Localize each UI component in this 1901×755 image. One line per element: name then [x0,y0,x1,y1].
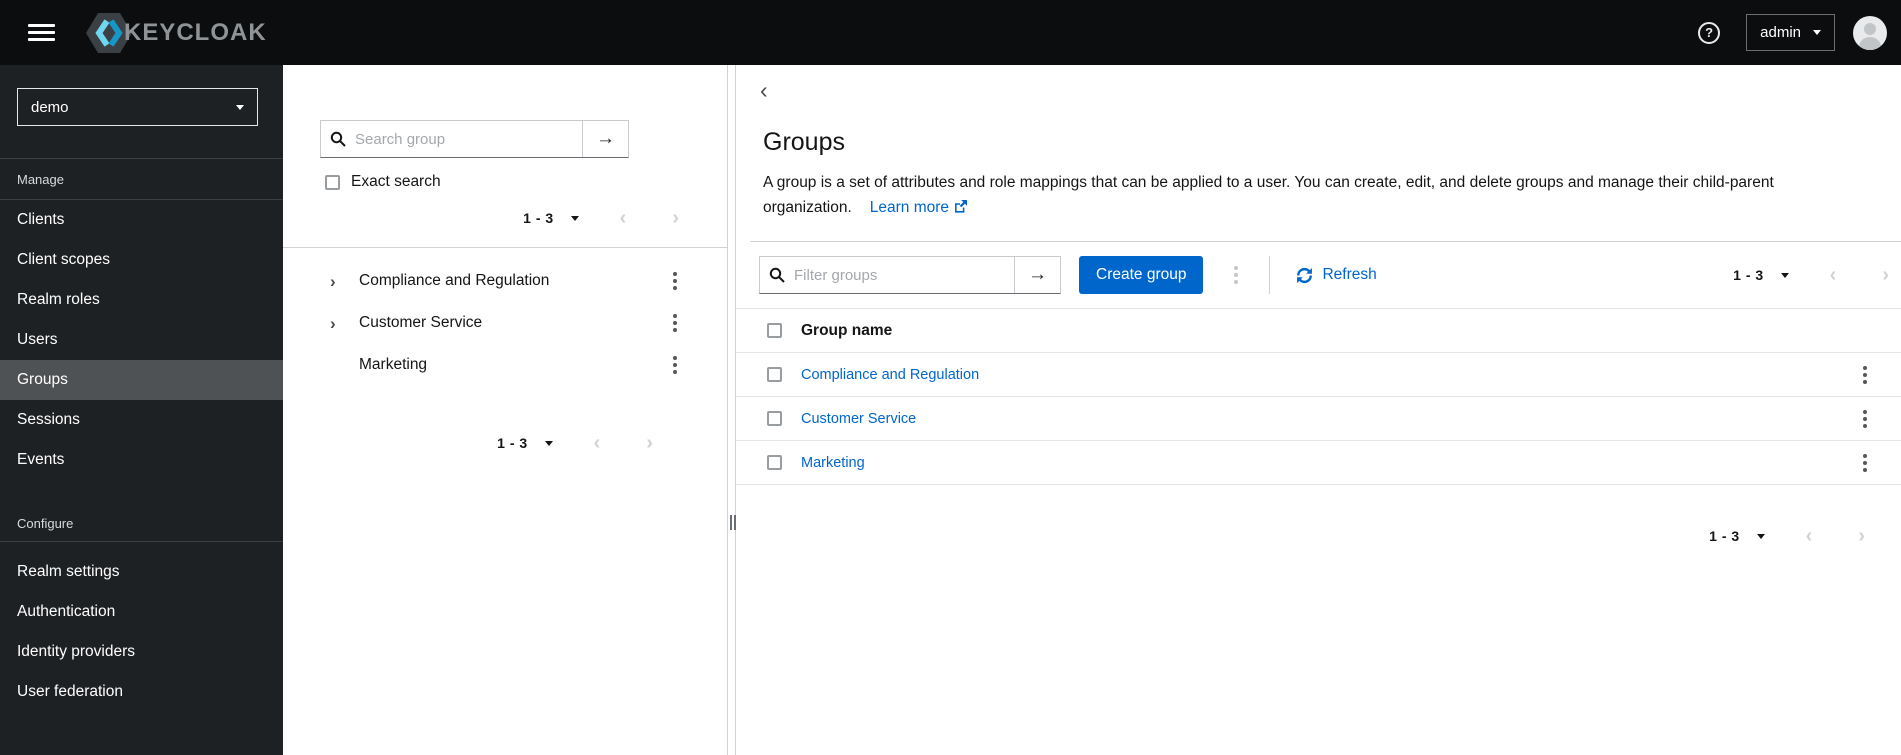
table-pagination-bottom: 1 - 3 ‹ › [736,519,1901,553]
collapse-drawer-icon[interactable]: ‹ [760,79,776,102]
panel-resizer-handle[interactable] [728,65,736,755]
prev-page-icon[interactable]: ‹ [1830,265,1837,285]
group-link[interactable]: Compliance and Regulation [801,367,979,383]
groups-toolbar: → Create group Refresh 1 - 3 ‹ › [736,242,1901,308]
table-header-row: Group name [736,309,1901,353]
drag-grip-icon [730,515,736,530]
sidebar-item-groups[interactable]: Groups [0,360,283,400]
page-title: Groups [763,128,845,156]
nav-toggle-icon[interactable] [28,24,55,41]
sidebar-item-authentication[interactable]: Authentication [0,592,283,632]
toolbar-kebab-menu-icon[interactable] [1230,262,1242,288]
tree-pagination-top: 1 - 3 ‹ › [283,203,727,233]
kebab-menu-icon[interactable] [669,310,681,336]
tree-item[interactable]: › Customer Service [283,302,727,344]
expand-chevron-icon[interactable]: › [330,273,342,290]
realm-name: demo [31,98,69,116]
sidebar-item-realm-roles[interactable]: Realm roles [0,280,283,320]
external-link-icon [954,196,968,221]
tree-pagination-bottom: 1 - 3 ‹ › [283,428,727,458]
filter-submit-button[interactable]: → [1014,257,1060,293]
realm-selector[interactable]: demo [17,88,258,126]
prev-page-icon[interactable]: ‹ [1806,526,1813,546]
sidebar-item-identity-providers[interactable]: Identity providers [0,632,283,672]
expand-chevron-icon[interactable]: › [330,315,342,332]
row-kebab-menu-icon[interactable] [1859,406,1871,432]
avatar[interactable] [1853,15,1887,50]
user-avatar-icon [1859,22,1881,50]
table-pagination-top: 1 - 3 ‹ › [1733,260,1889,290]
chevron-down-icon [1780,272,1789,282]
next-page-icon[interactable]: › [672,208,679,228]
kebab-menu-icon[interactable] [669,268,681,294]
section-title-configure: Configure [17,516,74,531]
sidebar: demo Manage Clients Client scopes Realm … [0,65,283,755]
kebab-menu-icon[interactable] [669,352,681,378]
row-checkbox[interactable] [767,411,782,426]
groups-table: Group name Compliance and Regulation Cus… [736,308,1901,485]
sidebar-item-users[interactable]: Users [0,320,283,360]
sidebar-item-clients[interactable]: Clients [0,200,283,240]
masthead: KEYCLOAK ? admin [0,0,1901,65]
filter-groups-input[interactable] [794,257,1014,293]
row-checkbox[interactable] [767,367,782,382]
section-title-manage: Manage [17,172,64,187]
user-menu-dropdown[interactable]: admin [1746,14,1835,51]
keycloak-logo[interactable]: KEYCLOAK [85,12,267,54]
pagination-range-dropdown[interactable]: 1 - 3 [1733,267,1789,283]
table-row: Marketing [736,441,1901,485]
row-checkbox[interactable] [767,455,782,470]
refresh-button[interactable]: Refresh [1296,266,1377,284]
table-row: Customer Service [736,397,1901,441]
group-link[interactable]: Marketing [801,455,865,471]
exact-search-checkbox[interactable] [325,174,340,190]
row-kebab-menu-icon[interactable] [1859,362,1871,388]
exact-search-option[interactable]: Exact search [325,173,727,191]
chevron-down-icon [1756,533,1765,543]
brand-text: KEYCLOAK [124,18,267,46]
chevron-down-icon [236,104,244,114]
chevron-down-icon [570,215,579,225]
divider [283,247,727,248]
next-page-icon[interactable]: › [646,433,653,453]
username: admin [1760,24,1801,41]
chevron-down-icon [544,440,553,450]
divider [1269,256,1271,294]
sidebar-item-client-scopes[interactable]: Client scopes [0,240,283,280]
sidebar-item-events[interactable]: Events [0,440,283,480]
learn-more-link[interactable]: Learn more [870,199,968,216]
group-search-group: → [320,120,629,158]
group-tree-panel: → Exact search 1 - 3 ‹ › › Compliance an… [283,65,728,755]
sidebar-item-sessions[interactable]: Sessions [0,400,283,440]
exact-search-label: Exact search [351,173,441,190]
create-group-button[interactable]: Create group [1079,256,1204,294]
refresh-icon [1297,267,1313,283]
chevron-down-icon [1813,30,1821,39]
search-icon [321,121,355,157]
filter-group: → [759,256,1061,294]
sidebar-item-realm-settings[interactable]: Realm settings [0,552,283,592]
next-page-icon[interactable]: › [1858,526,1865,546]
tree-item[interactable]: › Compliance and Regulation [283,260,727,302]
pagination-range-dropdown[interactable]: 1 - 3 [1709,528,1765,544]
prev-page-icon[interactable]: ‹ [594,433,601,453]
row-kebab-menu-icon[interactable] [1859,450,1871,476]
prev-page-icon[interactable]: ‹ [620,208,627,228]
groups-main-panel: ‹ Groups A group is a set of attributes … [736,65,1901,755]
page-description: A group is a set of attributes and role … [763,170,1846,221]
next-page-icon[interactable]: › [1882,265,1889,285]
search-icon [760,257,794,293]
group-link[interactable]: Customer Service [801,411,916,427]
pagination-range-dropdown[interactable]: 1 - 3 [497,435,553,451]
group-tree-list: › Compliance and Regulation › Customer S… [283,260,727,386]
search-group-input[interactable] [355,121,582,157]
select-all-checkbox[interactable] [767,323,782,338]
help-icon[interactable]: ? [1698,21,1721,44]
tree-item[interactable]: › Marketing [283,344,727,386]
sidebar-item-user-federation[interactable]: User federation [0,672,283,712]
column-header-group-name: Group name [801,321,893,339]
search-submit-button[interactable]: → [582,121,628,157]
pagination-range-dropdown[interactable]: 1 - 3 [523,210,579,226]
table-row: Compliance and Regulation [736,353,1901,397]
